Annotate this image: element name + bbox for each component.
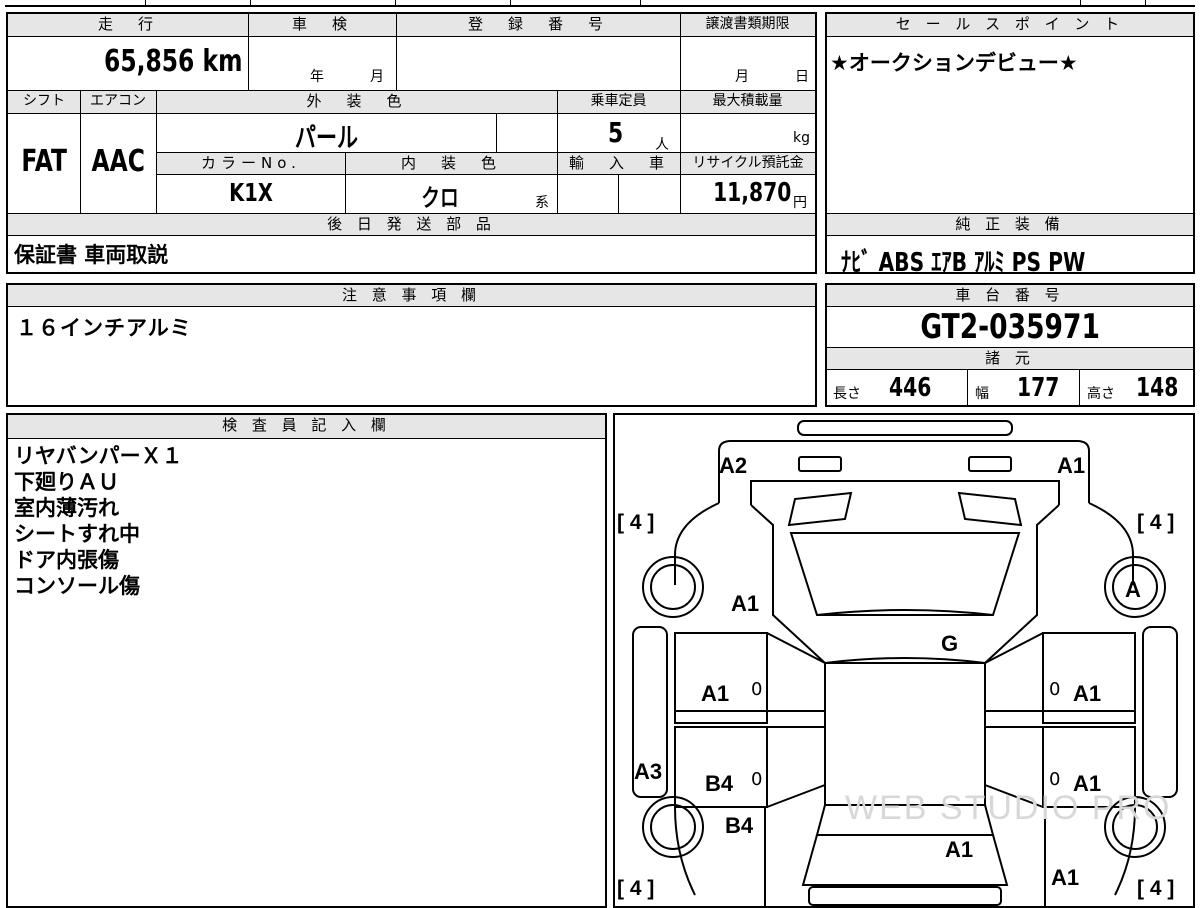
mark-left-sill: A3 bbox=[634, 759, 663, 784]
recycle-fee-cell: 11,870 bbox=[681, 178, 791, 208]
mark-left-rear-door: B4 bbox=[705, 771, 734, 796]
inspector-note: コンソール傷 bbox=[14, 574, 140, 598]
mark-tire-top-right: [ 4 ] bbox=[1137, 511, 1175, 534]
mark-windshield: G bbox=[941, 631, 959, 656]
transfer-month: 月 bbox=[735, 69, 749, 85]
height-value: 148 bbox=[1136, 373, 1179, 403]
inspector-note: 下廻りＡＵ bbox=[14, 470, 119, 494]
shift-label: シフト bbox=[8, 91, 80, 114]
inspector-note: リヤバンパーＸ１ bbox=[14, 444, 183, 468]
mark-door-zero: 0 bbox=[751, 679, 763, 700]
length-label: 長さ bbox=[833, 386, 861, 402]
exterior-color-value: パール bbox=[294, 123, 358, 154]
sales-point-label: セ ー ル ス ポ イ ン ト bbox=[827, 14, 1193, 37]
chassis-box: 車 台 番 号 GT2-035971 諸 元 長さ 446 幅 177 高さ 1… bbox=[825, 283, 1195, 407]
spec-label: 諸 元 bbox=[827, 348, 1193, 370]
exterior-color-label: 外 装 色 bbox=[156, 91, 557, 114]
mark-door-zero: 0 bbox=[751, 769, 763, 790]
shipping-parts-value: 保証書 車両取説 bbox=[14, 243, 169, 267]
width-value: 177 bbox=[1017, 373, 1060, 403]
capacity-unit: 人 bbox=[655, 137, 669, 153]
mark-tire-bottom-right: [ 4 ] bbox=[1137, 877, 1175, 900]
capacity-value-wrap: 5 bbox=[608, 116, 627, 149]
transfer-day: 日 bbox=[795, 69, 809, 85]
ac-value: AAC bbox=[91, 144, 145, 179]
mileage-value: 65,856 km bbox=[104, 44, 242, 79]
color-no-label: カラーNo. bbox=[157, 153, 345, 175]
equipment-value: ﾅﾋﾞ ABS ｴｱB ｱﾙﾐ PS PW bbox=[841, 248, 1086, 278]
car-diagram-box: WEB STUDIO PRO A2 A1 [ 4 ] [ 4 ] A1 A G … bbox=[613, 413, 1195, 908]
width-label: 幅 bbox=[975, 386, 989, 402]
mark-front-right: A1 bbox=[1057, 453, 1086, 478]
height-label: 高さ bbox=[1087, 386, 1115, 402]
mileage-label: 走 行 bbox=[8, 14, 248, 37]
interior-suffix: 系 bbox=[535, 195, 549, 211]
length-value: 446 bbox=[889, 373, 932, 403]
chassis-number: GT2-035971 bbox=[920, 307, 1100, 347]
inspector-notes-box: 検 査 員 記 入 欄 リヤバンパーＸ１ 下廻りＡＵ 室内薄汚れ シートすれ中 … bbox=[6, 413, 607, 908]
mark-door-zero: 0 bbox=[1049, 679, 1061, 700]
mark-left-fender: A1 bbox=[731, 591, 760, 616]
recycle-fee-unit: 円 bbox=[793, 195, 807, 211]
ac-cell: AAC bbox=[80, 144, 156, 179]
inspector-notes-list: リヤバンパーＸ１ 下廻りＡＵ 室内薄汚れ シートすれ中 ドア内張傷 コンソール傷 bbox=[14, 443, 183, 599]
recycle-fee-value: 11,870 bbox=[712, 178, 791, 208]
mileage-unit: km bbox=[202, 44, 242, 79]
color-no-value: K1X bbox=[229, 178, 273, 207]
inspection-month: 月 bbox=[370, 69, 384, 85]
transfer-deadline-label: 譲渡書類期限 bbox=[680, 14, 815, 37]
inspection-label: 車 検 bbox=[248, 14, 396, 37]
mark-tire-bottom-left: [ 4 ] bbox=[617, 877, 655, 900]
inspector-note: 室内薄汚れ bbox=[14, 496, 119, 520]
interior-color-label: 内 装 色 bbox=[345, 153, 557, 175]
registration-label: 登 録 番 号 bbox=[396, 14, 680, 37]
mark-right-front-door: A1 bbox=[1073, 681, 1102, 706]
mark-tire-top-left: [ 4 ] bbox=[617, 511, 655, 534]
top-remnant bbox=[5, 0, 1195, 7]
interior-color-cell: クロ bbox=[345, 178, 535, 213]
capacity-value: 5 bbox=[608, 116, 624, 149]
mark-door-zero: 0 bbox=[1049, 769, 1061, 790]
mileage-cell: 65,856 km bbox=[8, 44, 246, 88]
caution-text: １６インチアルミ bbox=[16, 316, 192, 340]
caution-label: 注 意 事 項 欄 bbox=[8, 285, 815, 307]
inspector-note: ドア内張傷 bbox=[14, 548, 119, 572]
watermark-text: WEB STUDIO PRO bbox=[845, 789, 1172, 827]
capacity-label: 乗車定員 bbox=[557, 91, 680, 114]
mark-right-wheel: A bbox=[1125, 577, 1141, 602]
interior-color-value: クロ bbox=[421, 184, 459, 212]
equipment-cell: ﾅﾋﾞ ABS ｴｱB ｱﾙﾐ PS PW bbox=[841, 242, 1154, 279]
mark-right-rear-door: A1 bbox=[1073, 771, 1102, 796]
chassis-label: 車 台 番 号 bbox=[827, 285, 1193, 307]
inspector-note: シートすれ中 bbox=[14, 522, 140, 546]
chassis-number-cell: GT2-035971 bbox=[827, 307, 1193, 347]
mark-rear-right: A1 bbox=[1051, 865, 1080, 890]
mark-front-left: A2 bbox=[719, 453, 748, 478]
shift-cell: FAT bbox=[8, 144, 80, 179]
mark-left-front-door: A1 bbox=[701, 681, 730, 706]
equipment-label: 純 正 装 備 bbox=[827, 214, 1193, 236]
exterior-color-cell: パール bbox=[156, 116, 496, 155]
shipping-parts-label: 後 日 発 送 部 品 bbox=[8, 214, 815, 236]
max-load-unit: kg bbox=[793, 130, 810, 146]
import-label: 輸 入 車 bbox=[558, 153, 680, 175]
recycle-fee-label: リサイクル預託金 bbox=[681, 153, 815, 175]
mileage-number: 65,856 bbox=[103, 44, 194, 79]
ac-label: エアコン bbox=[80, 91, 156, 114]
color-no-cell: K1X bbox=[157, 178, 345, 207]
shift-value: FAT bbox=[21, 144, 67, 179]
inspector-label: 検 査 員 記 入 欄 bbox=[8, 415, 605, 439]
sales-point-text: ★オークションデビュー★ bbox=[830, 51, 1078, 75]
caution-box: 注 意 事 項 欄 １６インチアルミ bbox=[6, 283, 817, 407]
inspection-year: 年 bbox=[310, 69, 324, 85]
vehicle-info-table: 走 行 車 検 登 録 番 号 譲渡書類期限 65,856 km 年 月 月 日… bbox=[6, 12, 817, 274]
mark-trunk: A1 bbox=[945, 837, 974, 862]
max-load-label: 最大積載量 bbox=[680, 91, 815, 114]
mark-left-rear-fender: B4 bbox=[725, 813, 754, 838]
sales-point-box: セ ー ル ス ポ イ ン ト ★オークションデビュー★ 純 正 装 備 ﾅﾋﾞ… bbox=[825, 12, 1195, 278]
car-outline-diagram bbox=[632, 420, 1178, 906]
